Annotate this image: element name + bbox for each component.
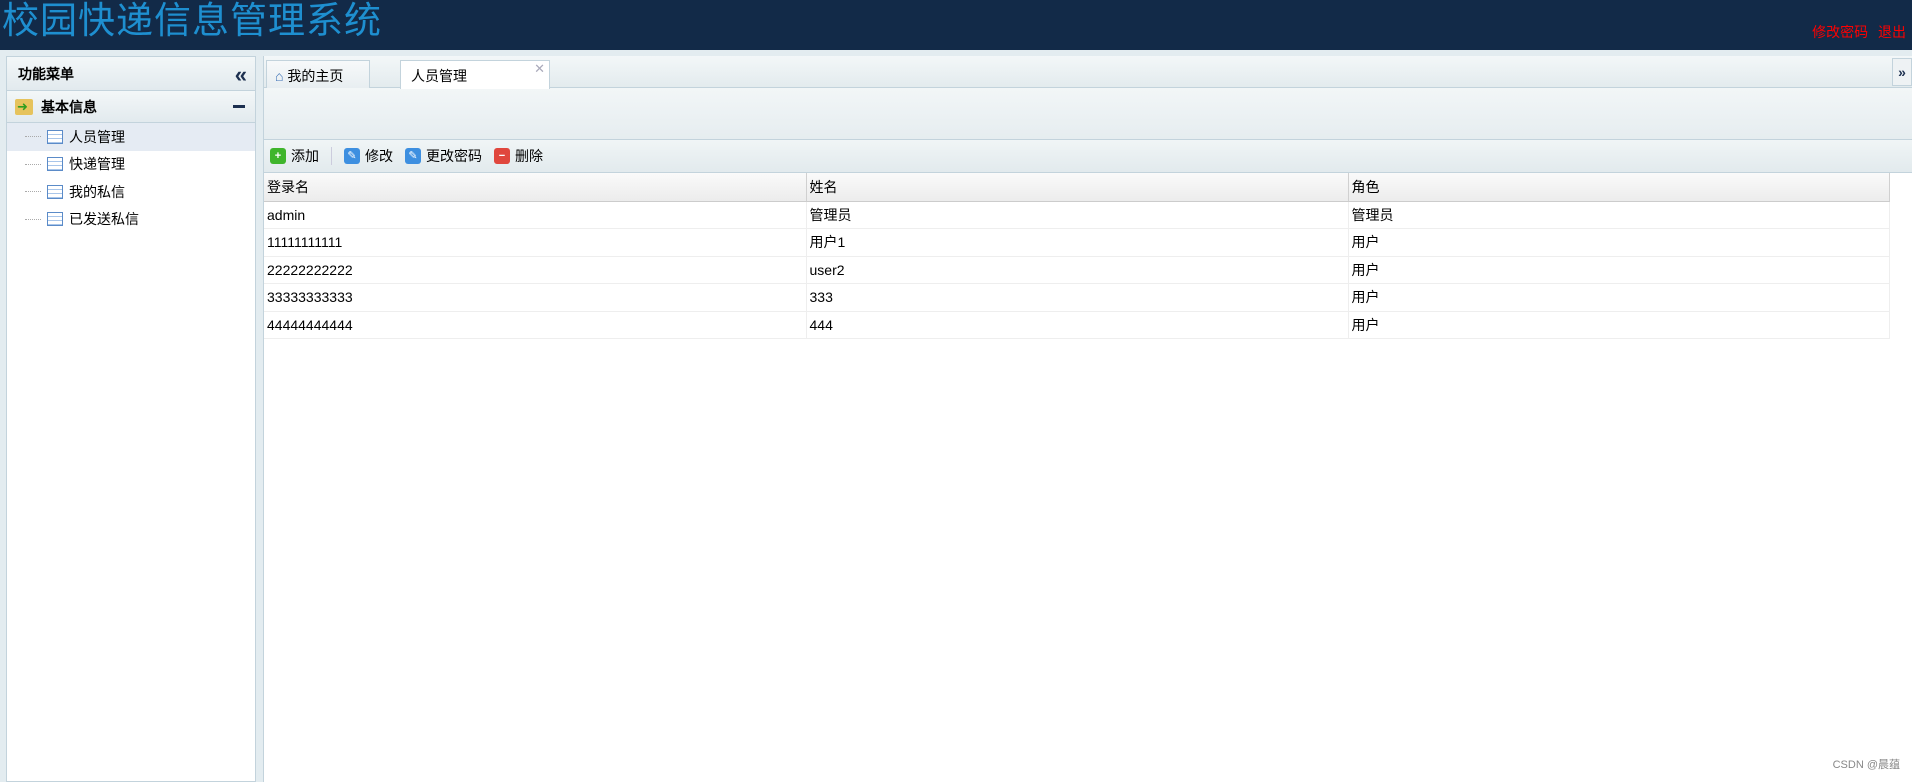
- table-row[interactable]: 11111111111 用户1 用户: [264, 228, 1890, 257]
- search-area: [264, 88, 1912, 140]
- add-icon: +: [270, 148, 286, 164]
- sidebar-item-label: 已发送私信: [69, 211, 139, 228]
- table-row[interactable]: admin 管理员 管理员: [264, 201, 1890, 229]
- app-title: 校园快递信息管理系统: [2, 0, 382, 41]
- sidebar-item-my-messages[interactable]: 我的私信: [7, 178, 255, 206]
- close-icon[interactable]: ✕: [534, 61, 545, 77]
- group-label: 基本信息: [41, 98, 97, 115]
- delete-button[interactable]: − 删除: [494, 146, 543, 166]
- tab-label: 我的主页: [287, 68, 344, 84]
- column-header-role[interactable]: 角色: [1348, 173, 1890, 202]
- button-label: 添加: [291, 148, 319, 164]
- logout-link[interactable]: 退出: [1878, 24, 1906, 40]
- tab-bar: ⌂ 我的主页 人员管理 ✕ »: [264, 56, 1912, 89]
- sidebar-item-sent-messages[interactable]: 已发送私信: [7, 206, 255, 234]
- table-cell: 444: [806, 311, 1349, 339]
- table-cell: 用户: [1348, 256, 1890, 284]
- table-cell: user2: [806, 256, 1349, 284]
- edit-icon: ✎: [344, 148, 360, 164]
- table-cell: 44444444444: [264, 311, 807, 339]
- table-cell: 用户1: [806, 228, 1349, 257]
- main-panel: ⌂ 我的主页 人员管理 ✕ » + 添加 ✎ 修改 ✎ 更改密码 − 删除 登录名 姓名 …: [263, 56, 1912, 782]
- table-icon: [47, 212, 63, 227]
- table-cell: 管理员: [1348, 201, 1890, 229]
- tab-home[interactable]: ⌂ 我的主页: [266, 60, 370, 88]
- add-button[interactable]: + 添加: [270, 146, 319, 166]
- sidebar-item-label: 人员管理: [69, 128, 125, 145]
- edit-icon: ✎: [405, 148, 421, 164]
- sidebar-item-label: 快递管理: [69, 156, 125, 173]
- collapse-icon[interactable]: «: [235, 62, 247, 88]
- minus-icon[interactable]: [233, 105, 245, 108]
- column-header-name[interactable]: 姓名: [806, 173, 1349, 202]
- change-password-button[interactable]: ✎ 更改密码: [405, 146, 482, 166]
- tabs-more-icon[interactable]: »: [1892, 58, 1912, 86]
- sidebar-item-express[interactable]: 快递管理: [7, 151, 255, 179]
- tab-personnel[interactable]: 人员管理 ✕: [400, 60, 550, 89]
- table-cell: 333: [806, 283, 1349, 312]
- button-label: 更改密码: [426, 148, 482, 164]
- menu-group-basic-info[interactable]: 基本信息: [7, 91, 255, 123]
- toolbar: + 添加 ✎ 修改 ✎ 更改密码 − 删除: [264, 140, 1912, 173]
- divider: [331, 147, 332, 165]
- column-header-login[interactable]: 登录名: [264, 173, 807, 202]
- table-cell: 用户: [1348, 283, 1890, 312]
- table-row[interactable]: 44444444444 444 用户: [264, 311, 1890, 339]
- table-cell: 管理员: [806, 201, 1349, 229]
- edit-button[interactable]: ✎ 修改: [344, 146, 393, 166]
- sidebar-item-personnel[interactable]: 人员管理: [7, 123, 255, 151]
- change-password-link[interactable]: 修改密码: [1812, 24, 1868, 40]
- user-table: 登录名 姓名 角色 admin 管理员 管理员 11111111111 用户1 用户 222…: [264, 173, 1890, 339]
- table-cell: 33333333333: [264, 283, 807, 312]
- sidebar-title: 功能菜单: [18, 65, 74, 82]
- table-cell: 11111111111: [264, 228, 807, 257]
- tab-label: 人员管理: [411, 68, 467, 84]
- table-icon: [47, 184, 63, 199]
- app-header: 校园快递信息管理系统 修改密码 退出: [0, 0, 1912, 50]
- folder-icon: [15, 98, 33, 115]
- table-row[interactable]: 33333333333 333 用户: [264, 283, 1890, 312]
- sidebar-item-label: 我的私信: [69, 183, 125, 200]
- table-icon: [47, 129, 63, 144]
- home-icon: ⌂: [275, 68, 284, 84]
- button-label: 修改: [365, 148, 393, 164]
- table-cell: 22222222222: [264, 256, 807, 284]
- button-label: 删除: [515, 148, 543, 164]
- table-row[interactable]: 22222222222 user2 用户: [264, 256, 1890, 284]
- watermark: CSDN @晨蕴: [1832, 759, 1900, 771]
- sidebar: 功能菜单 « 基本信息 人员管理 快递管理 我的私信 已发送私信: [6, 56, 256, 782]
- table-icon: [47, 157, 63, 172]
- delete-icon: −: [494, 148, 510, 164]
- table-cell: 用户: [1348, 228, 1890, 257]
- table-cell: admin: [264, 201, 807, 229]
- table-cell: 用户: [1348, 311, 1890, 339]
